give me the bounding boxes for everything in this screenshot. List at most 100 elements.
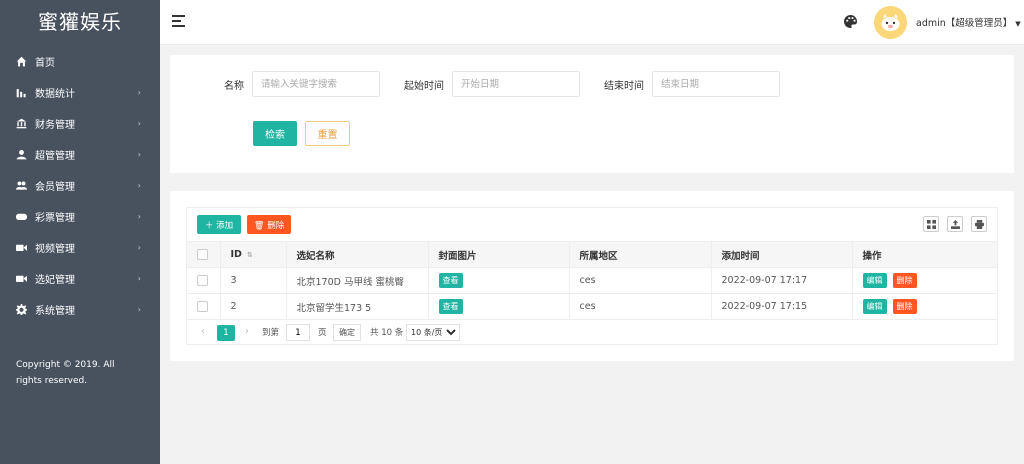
export-icon[interactable] [947,216,963,232]
trash-icon: 🗑 [253,220,265,231]
delete-button[interactable]: 🗑 删除 [247,215,291,234]
sidebar-item-finance[interactable]: 财务管理 › [0,108,160,139]
sidebar-item-label: 财务管理 [35,120,75,131]
row-delete-button[interactable]: 删除 [892,273,917,288]
video-icon [15,273,27,285]
table-header-row: ID ⇅ 选妃名称 封面图片 所属地区 添加时间 操作 [187,241,997,268]
gear-icon [15,304,27,316]
avatar[interactable] [874,6,907,39]
reset-button[interactable]: 重置 [305,121,350,146]
sidebar-item-members[interactable]: 会员管理 › [0,170,160,201]
goto-label: 到第 [262,328,280,338]
start-date-input[interactable] [452,71,580,97]
column-header-actions: 操作 [852,241,997,268]
actions-cell: 编辑 删除 [852,267,997,294]
user-name-label: admin【超级管理员】 [916,18,1013,29]
table-row: 3 北京170D 马甲线 蜜桃臀 查看 ces 2022-09-07 17:17… [187,267,997,294]
chevron-right-icon: › [137,181,141,190]
column-header-time: 添加时间 [711,241,853,268]
sidebar-item-videos[interactable]: 视频管理 › [0,232,160,263]
sidebar-nav: 首页 数据统计 › 财务管理 › 超管管理 › 会员管理 › 彩票管理 › 视频… [0,46,160,325]
sidebar-item-lottery[interactable]: 彩票管理 › [0,201,160,232]
time-cell: 2022-09-07 17:17 [711,267,853,294]
name-cell: 北京170D 马甲线 蜜桃臀 [286,267,429,294]
id-cell: 3 [220,267,287,294]
view-cover-button[interactable]: 查看 [438,273,463,288]
goto-page-input[interactable] [286,324,310,341]
add-button[interactable]: ＋ 添加 [197,215,241,234]
column-header-id[interactable]: ID ⇅ [220,241,287,268]
delete-button-label: 删除 [267,220,285,231]
sidebar-item-system[interactable]: 系统管理 › [0,294,160,325]
table-row: 2 北京留学生173 5 查看 ces 2022-09-07 17:15 编辑删… [187,293,997,320]
print-icon[interactable] [971,216,987,232]
end-time-label: 结束时间 [604,81,644,92]
columns-filter-icon[interactable] [923,216,939,232]
menu-toggle-icon[interactable] [172,15,185,27]
chart-icon [15,87,27,99]
column-header-cover: 封面图片 [428,241,570,268]
sidebar-item-label: 超管管理 [35,151,75,162]
edit-button[interactable]: 编辑 [862,299,887,315]
time-cell: 2022-09-07 17:15 [711,293,853,320]
column-header-name: 选妃名称 [286,241,429,268]
home-icon [15,56,27,68]
id-cell: 2 [220,293,287,320]
actions-cell: 编辑 删除 [852,293,997,320]
chevron-right-icon: › [137,243,141,252]
end-date-input[interactable] [652,71,780,97]
sidebar-item-label: 会员管理 [35,182,75,193]
gamepad-icon [15,211,27,223]
cover-cell: 查看 [428,267,570,294]
sort-icon[interactable]: ⇅ [247,251,253,259]
chevron-right-icon: › [137,88,141,97]
top-header: admin【超级管理员】 ▼ [160,0,1024,45]
sidebar-item-selection[interactable]: 选妃管理 › [0,263,160,294]
sidebar-item-admins[interactable]: 超管管理 › [0,139,160,170]
chevron-right-icon: › [137,119,141,128]
sidebar-item-stats[interactable]: 数据统计 › [0,77,160,108]
user-menu[interactable]: admin【超级管理员】 ▼ [916,15,1021,29]
palette-icon[interactable] [844,14,858,28]
table-panel: ＋ 添加 🗑 删除 ID ⇅ 选妃名称 封面图片 所属地区 添加时间 操作 3 … [170,191,1014,361]
row-select-cell [187,293,221,320]
name-search-input[interactable] [252,71,380,97]
caret-down-icon: ▼ [1015,20,1021,28]
row-delete-button[interactable]: 删除 [892,299,917,315]
sidebar-item-home[interactable]: 首页 [0,46,160,77]
page-unit-label: 页 [318,328,327,338]
prev-page-icon[interactable]: ‹ [201,326,205,337]
row-select-cell [187,267,221,294]
row-checkbox[interactable] [197,275,208,286]
table-toolbar: ＋ 添加 🗑 删除 [187,208,997,241]
column-header-region: 所属地区 [569,241,712,268]
edit-button[interactable]: 编辑 [862,273,887,288]
copyright-text: Copyright © 2019. All rights reserved. [16,360,115,386]
region-cell: ces [569,267,712,294]
chevron-right-icon: › [137,212,141,221]
goto-confirm-button[interactable]: 确定 [333,324,361,341]
next-page-icon[interactable]: › [245,326,249,337]
app-logo: 蜜獾娱乐 [38,10,122,34]
sidebar-item-label: 视频管理 [35,244,75,255]
user-icon [15,149,27,161]
view-cover-button[interactable]: 查看 [438,299,463,315]
pagination: ‹ 1 › 到第 页 确定 共 10 条 10 条/页 [187,319,997,345]
video-icon [15,242,27,254]
chevron-right-icon: › [137,274,141,283]
select-all-checkbox[interactable] [197,249,208,260]
sidebar: 蜜獾娱乐 首页 数据统计 › 财务管理 › 超管管理 › 会员管理 › 彩票管理 [0,0,160,464]
page-size-select[interactable]: 10 条/页 [406,324,460,341]
sidebar-item-label: 彩票管理 [35,213,75,224]
region-cell: ces [569,293,712,320]
start-time-label: 起始时间 [404,81,444,92]
chevron-right-icon: › [137,305,141,314]
chevron-right-icon: › [137,150,141,159]
bank-icon [15,118,27,130]
row-checkbox[interactable] [197,301,208,313]
current-page[interactable]: 1 [217,325,235,341]
select-all-cell [187,241,221,268]
name-label: 名称 [224,81,244,92]
search-button[interactable]: 检索 [253,121,297,146]
sidebar-item-label: 系统管理 [35,306,75,317]
